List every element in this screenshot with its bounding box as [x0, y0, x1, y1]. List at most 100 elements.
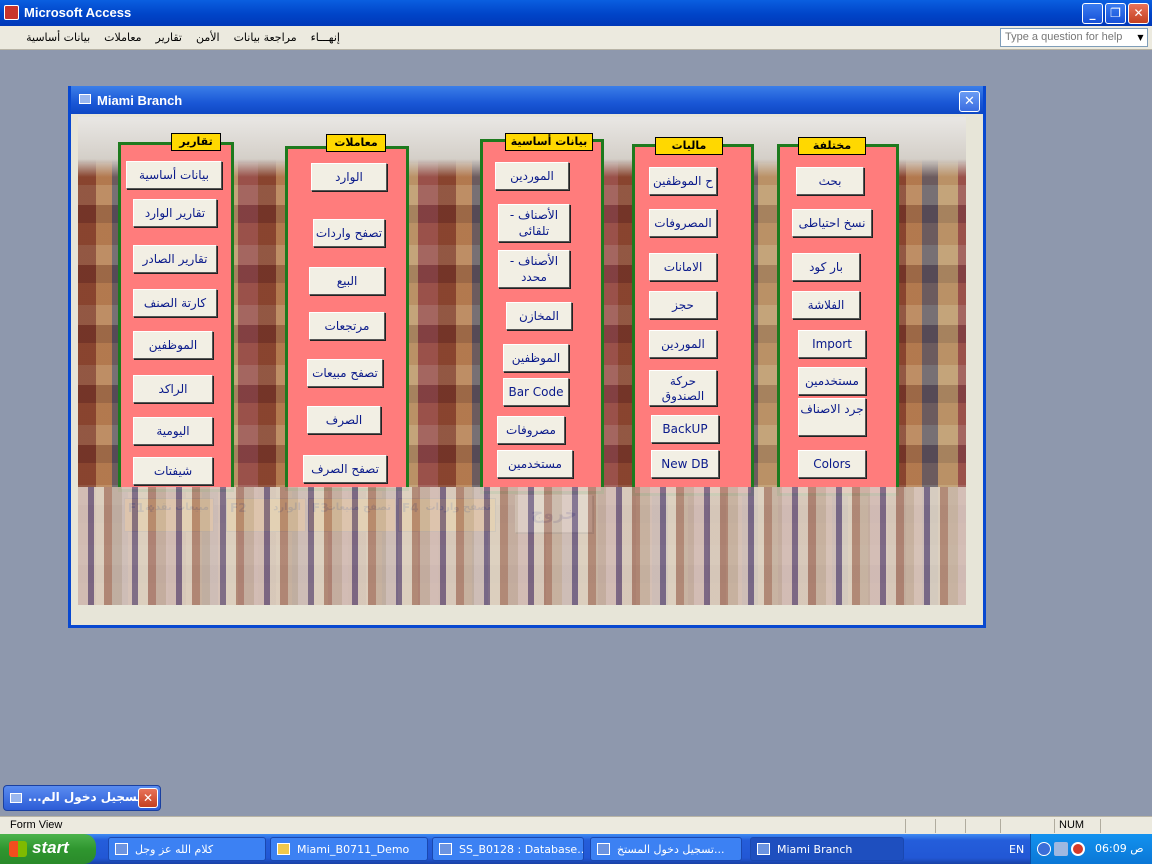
- app-title: Microsoft Access: [24, 5, 132, 20]
- form-icon: [597, 843, 610, 855]
- employee-accounts-button[interactable]: ح الموظفين: [649, 167, 717, 195]
- close-button[interactable]: ✕: [1128, 3, 1149, 24]
- minimize-button[interactable]: _: [1082, 3, 1103, 24]
- reports-outgoing-button[interactable]: تقارير الصادر: [133, 245, 217, 273]
- flash-drive-button[interactable]: الفلاشة: [792, 291, 860, 319]
- exit-button[interactable]: خروج: [515, 495, 593, 533]
- panel-misc: مختلفة بحث نسخ احتياطى بار كود الفلاشة I…: [777, 137, 899, 496]
- menu-exit[interactable]: إنهـــاء: [311, 31, 340, 44]
- barcode-button[interactable]: Bar Code: [503, 378, 569, 406]
- start-button[interactable]: start: [0, 834, 96, 864]
- f4-browse-incoming-tile[interactable]: F4 تصفح واردات: [398, 498, 496, 532]
- panel-reports: تقارير بيانات أساسية تقارير الوارد تقاري…: [118, 133, 234, 492]
- master-employees-button[interactable]: الموظفين: [503, 344, 569, 372]
- import-button[interactable]: Import: [798, 330, 866, 358]
- form-title-bar: Miami Branch ✕: [71, 86, 983, 114]
- daily-button[interactable]: اليومية: [133, 417, 213, 445]
- status-divider: [1000, 819, 1001, 833]
- access-icon[interactable]: [4, 5, 19, 20]
- taskbar: start كلام الله عز وجل Miami_B0711_Demo …: [0, 834, 1152, 864]
- misc-barcode-button[interactable]: بار كود: [792, 253, 860, 281]
- new-db-button[interactable]: New DB: [651, 450, 719, 478]
- task-miami-branch[interactable]: Miami Branch: [750, 837, 904, 861]
- items-auto-button[interactable]: الأصناف - تلقائى: [498, 204, 570, 242]
- warehouses-button[interactable]: المخازن: [506, 302, 572, 330]
- system-tray: EN 06:09 ص: [1009, 834, 1152, 864]
- menu-security[interactable]: الأمن: [196, 31, 220, 44]
- misc-users-button[interactable]: مستخدمين: [798, 367, 866, 395]
- expenses-button[interactable]: مصروفات: [497, 416, 565, 444]
- panel-transactions: معاملات الوارد تصفح واردات البيع مرتجعات…: [285, 134, 409, 491]
- f1-cash-sales-tile[interactable]: F1 : مبيعات نقدية: [124, 498, 214, 532]
- num-lock-indicator: NUM: [1059, 819, 1085, 831]
- reports-incoming-button[interactable]: تقارير الوارد: [133, 199, 217, 227]
- minimized-login-form[interactable]: تسجيل دخول الم... ✕: [3, 785, 161, 811]
- task-database[interactable]: SS_B0128 : Database...: [432, 837, 584, 861]
- task-quran[interactable]: كلام الله عز وجل: [108, 837, 266, 861]
- windows-logo-icon: [9, 841, 27, 857]
- app-title-bar: Microsoft Access _ ❐ ✕: [0, 0, 1152, 26]
- close-icon[interactable]: ✕: [138, 788, 158, 808]
- incoming-button[interactable]: الوارد: [311, 163, 387, 191]
- backup-copy-button[interactable]: نسخ احتياطى: [792, 209, 872, 237]
- security-icon[interactable]: [1071, 842, 1085, 856]
- panel-master-header: بيانات أساسية: [505, 133, 593, 151]
- browse-sales-button[interactable]: تصفح مبيعات: [307, 359, 383, 387]
- shifts-button[interactable]: شيفتات: [133, 457, 213, 485]
- clock: 06:09 ص: [1095, 842, 1144, 855]
- panel-transactions-header: معاملات: [326, 134, 386, 152]
- menu-reports[interactable]: تقارير: [156, 31, 182, 44]
- reports-employees-button[interactable]: الموظفين: [133, 331, 213, 359]
- f2-incoming-tile[interactable]: F2 الوارد: [226, 498, 306, 532]
- panel-misc-header: مختلفة: [798, 137, 866, 155]
- f3-browse-sales-tile[interactable]: F3 تصفح مبيعات: [308, 498, 396, 532]
- backup-button[interactable]: BackUP: [651, 415, 719, 443]
- browse-disbursement-button[interactable]: تصفح الصرف: [303, 455, 387, 483]
- menu-transactions[interactable]: معاملات: [104, 31, 141, 44]
- suppliers-button[interactable]: الموردين: [495, 162, 569, 190]
- task-login-form[interactable]: تسجيل دخول المستخ...: [590, 837, 742, 861]
- form-icon: [79, 94, 91, 104]
- chevron-down-icon[interactable]: ▼: [1134, 29, 1147, 46]
- panel-master-data: بيانات أساسية الموردين الأصناف - تلقائى …: [480, 133, 604, 494]
- items-specific-button[interactable]: الأصناف - محدد: [498, 250, 570, 288]
- reports-master-data-button[interactable]: بيانات أساسية: [126, 161, 222, 189]
- returns-button[interactable]: مرتجعات: [309, 312, 385, 340]
- menu-data-review[interactable]: مراجعة بيانات: [234, 31, 297, 44]
- language-indicator[interactable]: EN: [1009, 843, 1024, 856]
- tray-icons: [1037, 842, 1085, 856]
- inventory-count-button[interactable]: جرد الاصناف: [798, 398, 866, 436]
- stagnant-button[interactable]: الراكد: [133, 375, 213, 403]
- f4-label: تصفح واردات: [425, 502, 491, 513]
- f3-label: تصفح مبيعات: [325, 502, 391, 513]
- disbursement-button[interactable]: الصرف: [307, 406, 381, 434]
- finance-expenses-button[interactable]: المصروفات: [649, 209, 717, 237]
- help-search-input[interactable]: Type a question for help: [1000, 28, 1148, 47]
- database-icon: [439, 843, 452, 855]
- item-card-button[interactable]: كارتة الصنف: [133, 289, 217, 317]
- panel-reports-header: تقارير: [171, 133, 221, 151]
- form-close-button[interactable]: ✕: [959, 91, 980, 112]
- miami-branch-form: Miami Branch ✕ تقارير بيانات أساسية تقار…: [68, 86, 986, 628]
- minimized-form-title: تسجيل دخول الم...: [28, 790, 142, 804]
- start-label: start: [32, 838, 69, 857]
- cash-movement-button[interactable]: حركة الصندوق: [649, 370, 717, 406]
- task-folder[interactable]: Miami_B0711_Demo: [270, 837, 428, 861]
- restore-button[interactable]: ❐: [1105, 3, 1126, 24]
- deposits-button[interactable]: الامانات: [649, 253, 717, 281]
- sale-button[interactable]: البيع: [309, 267, 385, 295]
- app-icon: [115, 843, 128, 855]
- menu-master-data[interactable]: بيانات أساسية: [26, 31, 90, 44]
- chevron-left-icon[interactable]: [1037, 842, 1051, 856]
- browse-incoming-button[interactable]: تصفح واردات: [313, 219, 385, 247]
- colors-button[interactable]: Colors: [798, 450, 866, 478]
- form-icon: [10, 793, 22, 803]
- finance-suppliers-button[interactable]: الموردين: [649, 330, 717, 358]
- network-icon[interactable]: [1054, 842, 1068, 856]
- task-label: SS_B0128 : Database...: [459, 843, 584, 856]
- menu-bar: إنهـــاء مراجعة بيانات الأمن تقارير معام…: [0, 26, 1152, 50]
- master-users-button[interactable]: مستخدمين: [497, 450, 573, 478]
- reservation-button[interactable]: حجز: [649, 291, 717, 319]
- search-button[interactable]: بحث: [796, 167, 864, 195]
- f3-key: F3: [312, 501, 329, 515]
